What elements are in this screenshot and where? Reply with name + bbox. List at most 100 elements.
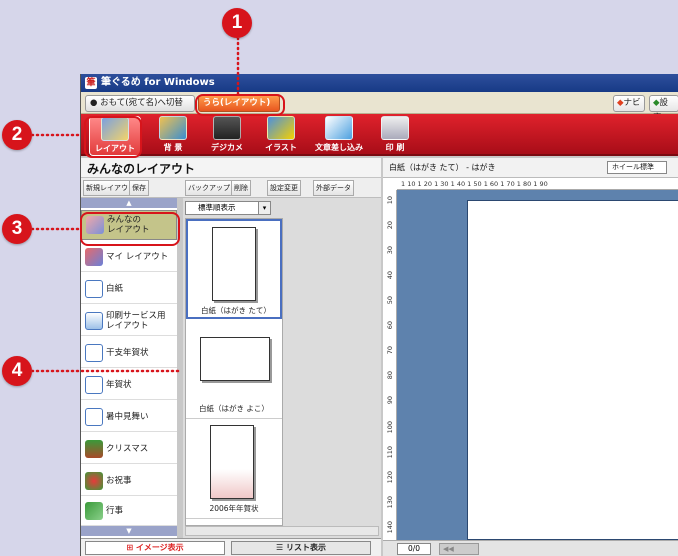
editor-panel: 白紙（はがき たて） - はがき ホイール標準 1 10 1 20 1 30 1… — [383, 158, 678, 556]
category-eto-nenga-label: 干支年賀状 — [106, 347, 149, 358]
nenga-card-preview — [210, 425, 254, 499]
thumb-2006-nenga[interactable]: 2006年年賀状 — [186, 419, 282, 519]
ruler-mark: 90 — [386, 396, 394, 405]
vertical-ruler: 10 20 30 40 50 60 70 80 90 100 110 120 1… — [383, 190, 397, 540]
toolbar-background-button[interactable]: 背 景 — [151, 116, 195, 156]
category-print-service-label: 印刷サービス用 レイアウト — [106, 310, 166, 331]
thumb-blank-tate[interactable]: 白紙（はがき たて） — [186, 219, 282, 319]
category-eto-nenga[interactable]: 干支年賀状 — [81, 338, 177, 368]
settings-button[interactable]: ◆設定 — [649, 95, 678, 123]
celebration-icon — [85, 471, 103, 490]
tab-image-view[interactable]: ⊞ イメージ表示 — [85, 541, 225, 555]
printer-icon — [381, 116, 409, 140]
view-tabs: ⊞ イメージ表示 ☰ リスト表示 — [81, 538, 381, 556]
category-blank-label: 白紙 — [106, 283, 124, 294]
edit-canvas[interactable] — [397, 190, 678, 540]
panel-title: みんなのレイアウト — [81, 158, 381, 178]
category-list: ▲ みんなの レイアウト マイ レイアウト 白紙 印刷サービス用 レイアウト 干… — [81, 198, 183, 538]
callout-1-leader — [236, 38, 240, 96]
christmas-tree-icon — [85, 439, 103, 458]
print-service-icon — [85, 311, 103, 330]
thumb-blank-yoko[interactable]: 白紙（はがき よこ） — [186, 319, 282, 419]
blank-page-icon — [85, 279, 103, 298]
title-bar: 筆 筆ぐるめ for Windows — [81, 74, 678, 92]
page-counter: 0/0 — [397, 543, 431, 555]
window-title: 筆ぐるめ for Windows — [101, 77, 215, 88]
callout-3-leader — [32, 227, 82, 231]
horizontal-ruler: 1 10 1 20 1 30 1 40 1 50 1 60 1 70 1 80 … — [397, 178, 678, 190]
switch-front-button[interactable]: ● おもて(宛て名)へ切替 — [85, 95, 195, 112]
toolbar-print-button[interactable]: 印 刷 — [373, 116, 417, 156]
chevron-down-icon: ▾ — [258, 202, 270, 214]
zoom-select[interactable]: ホイール標準 — [607, 161, 667, 174]
illust-icon — [267, 116, 295, 140]
toolbar-text-button[interactable]: 文章差し込み — [311, 116, 367, 156]
mode-bar: ● おもて(宛て名)へ切替 うら(レイアウト) ◆ナビ ◆設定 — [81, 92, 678, 123]
ruler-mark: 110 — [386, 446, 394, 459]
tab-list-view-label: リスト表示 — [285, 543, 326, 552]
postcard-page[interactable] — [467, 200, 678, 540]
highlight-back-button — [195, 94, 285, 116]
ruler-mark: 50 — [386, 296, 394, 305]
tab-image-view-label: イメージ表示 — [135, 543, 184, 552]
ruler-mark: 30 — [386, 246, 394, 255]
callout-2: 2 — [2, 120, 32, 150]
category-blank[interactable]: 白紙 — [81, 274, 177, 304]
thumb-caption: 白紙（はがき たて） — [201, 306, 271, 315]
callout-4-leader — [32, 369, 182, 373]
category-celebration[interactable]: お祝事 — [81, 466, 177, 496]
save-button[interactable]: 保存 — [129, 180, 149, 196]
toolbar-illust-button[interactable]: イラスト — [259, 116, 303, 156]
sort-order-value: 標準順表示 — [198, 203, 236, 212]
ruler-mark: 100 — [386, 421, 394, 434]
category-nenga-label: 年賀状 — [106, 379, 132, 390]
text-insert-icon — [325, 116, 353, 140]
landscape-paper-preview — [200, 337, 270, 381]
scroll-up-button[interactable]: ▲ — [81, 198, 177, 208]
category-christmas[interactable]: クリスマス — [81, 434, 177, 464]
external-data-button[interactable]: 外部データ — [313, 180, 354, 196]
settings-change-button[interactable]: 設定変更 — [267, 180, 301, 196]
backup-button[interactable]: バックアップ — [185, 180, 233, 196]
editor-footer: 0/0 ◀◀ — [383, 540, 678, 556]
callout-4: 4 — [2, 356, 32, 386]
callout-2-leader — [32, 133, 82, 137]
toolbar-camera-button[interactable]: デジカメ — [205, 116, 249, 156]
category-nenga[interactable]: 年賀状 — [81, 370, 177, 400]
ruler-mark: 60 — [386, 321, 394, 330]
category-event[interactable]: 行事 — [81, 496, 177, 526]
page-nav-buttons[interactable]: ◀◀ — [439, 543, 479, 555]
bamboo-icon — [85, 501, 103, 520]
toolbar-camera-label: デジカメ — [211, 143, 243, 152]
sort-order-select[interactable]: 標準順表示 ▾ — [185, 201, 271, 215]
eto-card-icon — [85, 343, 103, 362]
thumbnail-area: 標準順表示 ▾ 白紙（はがき たて） 白紙（はがき よこ） 2006年年賀状 — [183, 198, 381, 538]
tab-list-view[interactable]: ☰ リスト表示 — [231, 541, 371, 555]
scroll-down-button[interactable]: ▼ — [81, 526, 177, 536]
layout-tools: 新規レイアウト 保存 バックアップ 削除 設定変更 外部データ — [81, 178, 381, 198]
ruler-mark: 130 — [386, 496, 394, 509]
thumb-caption: 白紙（はがき よこ） — [199, 404, 269, 413]
category-celebration-label: お祝事 — [106, 475, 132, 486]
category-my-layout-label: マイ レイアウト — [106, 251, 169, 262]
category-my-layout[interactable]: マイ レイアウト — [81, 242, 177, 272]
navi-button[interactable]: ◆ナビ — [613, 95, 645, 112]
grid-icon: ⊞ — [126, 543, 134, 552]
category-shochu[interactable]: 暑中見舞い — [81, 402, 177, 432]
nenga-card-icon — [85, 375, 103, 394]
horizontal-scrollbar[interactable] — [185, 526, 379, 536]
ruler-mark: 20 — [386, 221, 394, 230]
highlight-minna-category — [80, 212, 180, 246]
navi-label: ナビ — [623, 98, 641, 108]
ruler-mark: 140 — [386, 521, 394, 534]
ruler-mark: 80 — [386, 371, 394, 380]
toolbar-text-label: 文章差し込み — [315, 143, 363, 152]
category-print-service[interactable]: 印刷サービス用 レイアウト — [81, 306, 177, 336]
delete-button[interactable]: 削除 — [231, 180, 251, 196]
switch-front-label: おもて(宛て名)へ切替 — [100, 98, 183, 108]
list-icon: ☰ — [276, 543, 284, 552]
ruler-mark: 120 — [386, 471, 394, 484]
summer-card-icon — [85, 407, 103, 426]
highlight-layout-tool — [84, 116, 142, 158]
ruler-mark: 10 — [386, 196, 394, 205]
